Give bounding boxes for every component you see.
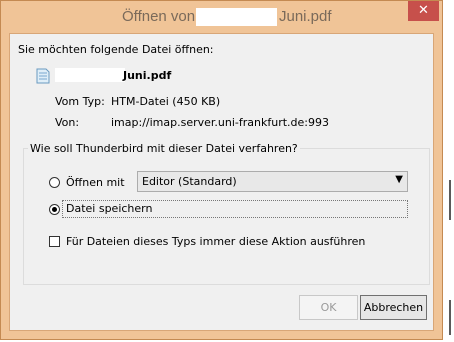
- action-group-heading: Wie soll Thunderbird mit dieser Datei ve…: [28, 142, 300, 155]
- remember-action-label[interactable]: Für Dateien dieses Typs immer diese Akti…: [66, 235, 365, 248]
- chevron-down-icon: ▼: [395, 174, 403, 185]
- window-title-suffix: Juni.pdf: [279, 8, 332, 25]
- cancel-button[interactable]: Abbrechen: [360, 295, 427, 320]
- file-type-label: Vom Typ:: [55, 95, 105, 108]
- file-name: Juni.pdf: [123, 69, 172, 82]
- open-with-label[interactable]: Öffnen mit: [66, 176, 125, 189]
- file-source-label: Von:: [55, 116, 80, 129]
- save-file-radio[interactable]: [49, 204, 60, 215]
- redacted-filename: [196, 8, 277, 26]
- prompt-text: Sie möchten folgende Datei öffnen:: [18, 43, 214, 56]
- application-select-value: Editor (Standard): [142, 175, 237, 188]
- dialog-body: Sie möchten folgende Datei öffnen: Juni.…: [9, 33, 434, 331]
- dialog-window: Öffnen von Juni.pdf ✕ Sie möchten folgen…: [0, 0, 443, 340]
- open-with-radio[interactable]: [49, 177, 60, 188]
- document-icon: [36, 68, 50, 84]
- radio-selected-dot: [52, 207, 57, 212]
- close-icon: ✕: [418, 3, 429, 18]
- title-bar[interactable]: Öffnen von Juni.pdf ✕: [1, 1, 442, 33]
- application-select[interactable]: Editor (Standard) ▼: [137, 171, 408, 192]
- window-title-prefix: Öffnen von: [122, 8, 196, 25]
- close-button[interactable]: ✕: [408, 1, 439, 21]
- file-source-value: imap://imap.server.uni-frankfurt.de:993: [111, 116, 329, 129]
- file-type-value: HTM-Datei (450 KB): [111, 95, 221, 108]
- save-file-label[interactable]: Datei speichern: [66, 202, 152, 215]
- redacted-filename: [55, 68, 125, 82]
- background-window: [443, 0, 454, 342]
- background-window-edge: [449, 300, 451, 335]
- remember-action-checkbox[interactable]: [49, 236, 60, 247]
- background-window-edge: [449, 180, 451, 220]
- ok-button[interactable]: OK: [299, 295, 358, 320]
